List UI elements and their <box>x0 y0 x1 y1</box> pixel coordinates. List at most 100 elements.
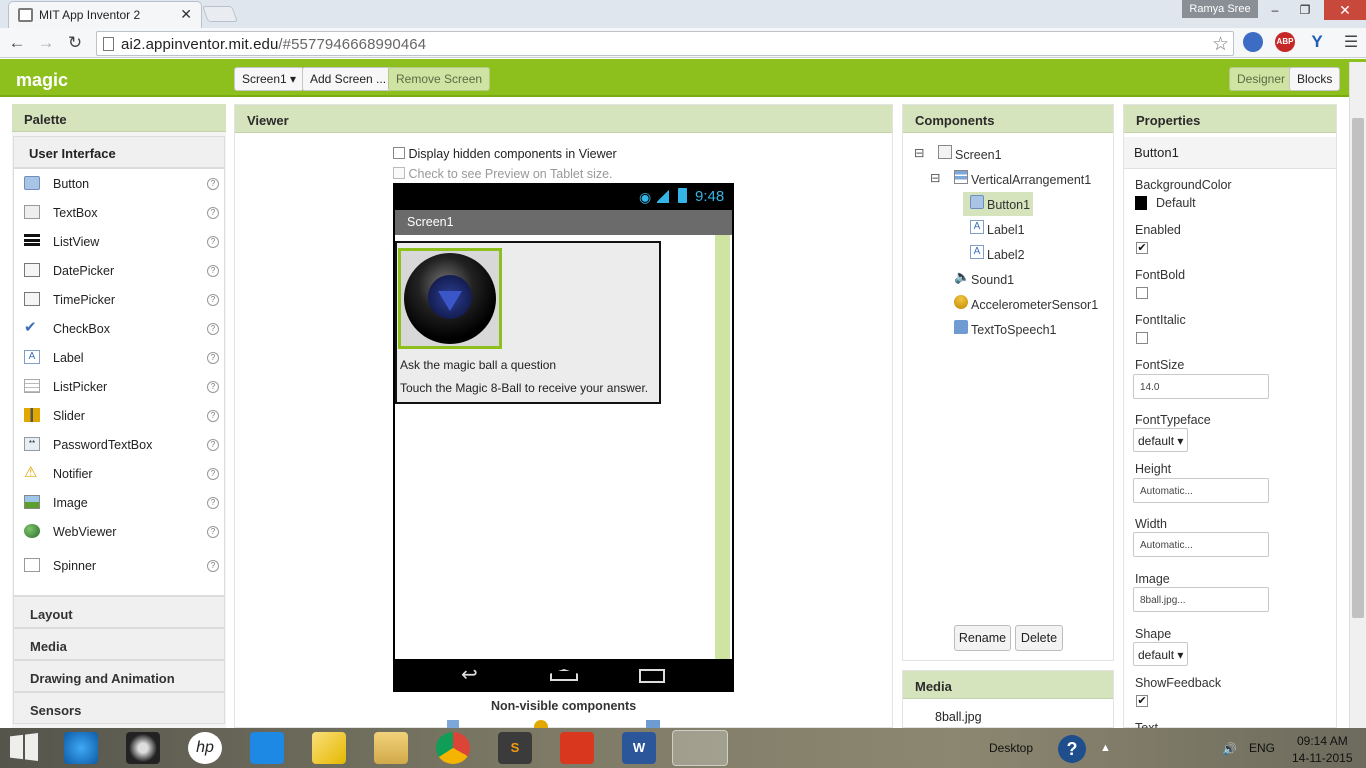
help-icon[interactable]: ? <box>207 439 219 451</box>
forward-arrow-icon[interactable]: → <box>35 32 57 54</box>
screen-scrollbar[interactable] <box>715 235 730 659</box>
palette-item-textbox[interactable]: TextBox? <box>14 198 226 227</box>
tablet-preview-row[interactable]: Check to see Preview on Tablet size. <box>393 167 613 181</box>
prop-image-input[interactable]: 8ball.jpg... <box>1133 587 1269 612</box>
prop-fontitalic-checkbox[interactable] <box>1136 332 1148 344</box>
tab-close-icon[interactable]: ✕ <box>180 6 192 23</box>
palette-item-passwordtextbox[interactable]: ** PasswordTextBox? <box>14 430 226 459</box>
palette-item-label[interactable]: A Label? <box>14 343 226 372</box>
help-icon[interactable]: ? <box>207 294 219 306</box>
back-arrow-icon[interactable]: ← <box>6 32 28 54</box>
tree-label2[interactable]: Label2 <box>987 248 1025 262</box>
address-bar[interactable]: ai2.appinventor.mit.edu/#557794666899046… <box>96 31 1234 56</box>
help-icon[interactable]: ? <box>207 468 219 480</box>
window-close-button[interactable]: ✕ <box>1324 0 1366 20</box>
tree-sound1[interactable]: Sound1 <box>971 273 1014 287</box>
prop-fontsize-input[interactable]: 14.0 <box>1133 374 1269 399</box>
button1-magic-8-ball[interactable] <box>398 248 502 349</box>
show-hidden-checkbox[interactable] <box>393 147 405 159</box>
rocket-app-icon[interactable] <box>250 732 284 764</box>
prop-shape-select[interactable]: default ▾ <box>1133 642 1188 666</box>
help-icon[interactable]: ? <box>207 410 219 422</box>
help-icon[interactable]: ? <box>207 265 219 277</box>
volume-icon[interactable]: 🔊 <box>1222 742 1237 756</box>
word-icon[interactable]: W <box>622 732 656 764</box>
browser-tab[interactable]: MIT App Inventor 2 ✕ <box>8 1 202 28</box>
chrome-menu-icon[interactable]: ☰ <box>1340 32 1362 54</box>
help-icon[interactable]: ? <box>207 323 219 335</box>
help-icon[interactable]: ? <box>207 352 219 364</box>
minimize-button[interactable]: – <box>1260 0 1290 20</box>
tray-expand-icon[interactable]: ▲ <box>1100 742 1111 754</box>
designer-button[interactable]: Designer <box>1229 67 1294 91</box>
palette-item-slider[interactable]: Slider? <box>14 401 226 430</box>
palette-item-checkbox[interactable]: ✔ CheckBox? <box>14 314 226 343</box>
help-icon[interactable]: ? <box>207 497 219 509</box>
pdf-reader-icon[interactable] <box>560 732 594 764</box>
label2-text[interactable]: Touch the Magic 8-Ball to receive your a… <box>400 381 648 395</box>
category-drawing-animation[interactable]: Drawing and Animation <box>13 660 225 692</box>
prop-showfeedback-checkbox[interactable]: ✔ <box>1136 695 1148 707</box>
palette-item-timepicker[interactable]: TimePicker? <box>14 285 226 314</box>
reload-icon[interactable]: ↻ <box>64 32 86 54</box>
palette-item-listpicker[interactable]: ListPicker? <box>14 372 226 401</box>
palette-item-button[interactable]: Button? <box>14 169 226 198</box>
collapse-screen1-icon[interactable]: ⊟ <box>914 145 924 160</box>
help-icon[interactable]: ? <box>207 560 219 572</box>
tray-clock[interactable]: 09:14 AM <box>1297 734 1348 748</box>
vertical-arrangement[interactable]: Ask the magic ball a question Touch the … <box>395 241 661 404</box>
help-icon[interactable]: ? <box>207 236 219 248</box>
page-scrollbar[interactable] <box>1349 62 1366 728</box>
sticky-notes-icon[interactable] <box>312 732 346 764</box>
prop-width-input[interactable]: Automatic... <box>1133 532 1269 557</box>
y-extension-icon[interactable]: Y <box>1307 32 1327 52</box>
category-user-interface[interactable]: User Interface <box>13 136 225 168</box>
remove-screen-button[interactable]: Remove Screen <box>388 67 491 91</box>
tree-texttospeech1[interactable]: TextToSpeech1 <box>971 323 1056 337</box>
chrome-icon[interactable] <box>436 732 470 764</box>
camera-app-icon[interactable] <box>126 732 160 764</box>
internet-explorer-icon[interactable] <box>64 732 98 764</box>
add-screen-button[interactable]: Add Screen ... <box>302 67 395 91</box>
bookmark-star-icon[interactable]: ☆ <box>1212 33 1229 56</box>
desktop-toolbar-label[interactable]: Desktop <box>989 741 1033 755</box>
blocks-button[interactable]: Blocks <box>1289 67 1341 91</box>
tablet-preview-checkbox[interactable] <box>393 167 405 179</box>
prop-height-input[interactable]: Automatic... <box>1133 478 1269 503</box>
palette-item-webviewer[interactable]: WebViewer? <box>14 517 226 546</box>
hp-icon[interactable]: hp <box>188 732 222 764</box>
category-sensors[interactable]: Sensors <box>13 692 225 724</box>
prop-backgroundcolor-value[interactable]: Default <box>1156 196 1196 210</box>
palette-item-image[interactable]: Image? <box>14 488 226 517</box>
tree-screen1[interactable]: Screen1 <box>955 148 1002 162</box>
chrome-active-window-icon[interactable] <box>672 730 728 766</box>
help-icon[interactable]: ? <box>207 526 219 538</box>
profile-user-badge[interactable]: Ramya Sree <box>1182 0 1258 18</box>
language-indicator[interactable]: ENG <box>1249 741 1275 755</box>
palette-item-listview[interactable]: ListView? <box>14 227 226 256</box>
file-explorer-icon[interactable] <box>374 732 408 764</box>
adblock-plus-icon[interactable]: ABP <box>1275 32 1295 52</box>
new-tab-button[interactable] <box>202 6 238 22</box>
restore-button[interactable]: ❐ <box>1290 0 1320 20</box>
help-icon[interactable]: ? <box>207 178 219 190</box>
category-layout[interactable]: Layout <box>13 596 225 628</box>
show-hidden-checkbox-row[interactable]: Display hidden components in Viewer <box>393 147 617 161</box>
label1-text[interactable]: Ask the magic ball a question <box>400 358 556 372</box>
delete-button[interactable]: Delete <box>1015 625 1063 651</box>
category-media[interactable]: Media <box>13 628 225 660</box>
prop-enabled-checkbox[interactable]: ✔ <box>1136 242 1148 254</box>
palette-item-spinner[interactable]: Spinner? <box>14 551 226 580</box>
media-file-8ball[interactable]: 8ball.jpg <box>935 710 982 724</box>
screen-select-dropdown[interactable]: Screen1 ▾ <box>234 67 305 91</box>
tree-button1[interactable]: Button1 <box>987 198 1030 212</box>
rename-button[interactable]: Rename <box>954 625 1011 651</box>
help-icon[interactable]: ? <box>207 381 219 393</box>
tray-date[interactable]: 14-11-2015 <box>1292 751 1353 765</box>
tree-accelerometersensor1[interactable]: AccelerometerSensor1 <box>971 298 1098 312</box>
scrollbar-thumb[interactable] <box>1352 118 1364 618</box>
globe-extension-icon[interactable] <box>1243 32 1263 52</box>
color-swatch[interactable] <box>1135 196 1147 210</box>
collapse-arrangement-icon[interactable]: ⊟ <box>930 170 940 185</box>
help-question-icon[interactable]: ? <box>1058 735 1086 763</box>
